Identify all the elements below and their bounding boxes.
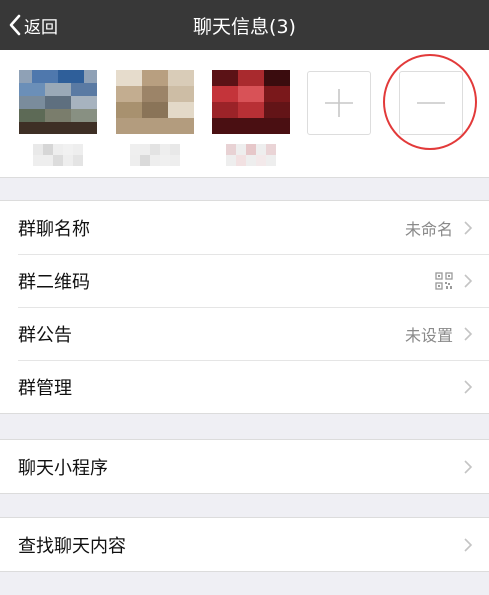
row-label: 群二维码 (18, 271, 90, 293)
member-name-blurred (226, 144, 276, 166)
row-label: 群聊名称 (18, 218, 90, 240)
group-qr-code-row[interactable]: 群二维码 (0, 254, 489, 307)
row-label: 群管理 (18, 377, 72, 399)
group-management-row[interactable]: 群管理 (0, 360, 489, 413)
chevron-right-icon (464, 459, 473, 474)
group-name-row[interactable]: 群聊名称 未命名 (0, 201, 489, 254)
mini-programs-row[interactable]: 聊天小程序 (0, 440, 489, 493)
settings-group: 群聊名称 未命名 群二维码 群公告 未设置 群管理 (0, 200, 489, 414)
chevron-right-icon (464, 379, 473, 394)
member-avatar[interactable] (116, 70, 194, 166)
member-avatar[interactable] (212, 70, 290, 166)
member-name-blurred (33, 144, 83, 166)
nav-bar: 返回 聊天信息(3) (0, 0, 489, 50)
row-value: 未命名 (404, 219, 453, 239)
row-label: 群公告 (18, 324, 72, 346)
add-member-button[interactable] (307, 71, 371, 135)
avatar (19, 70, 97, 134)
page-title: 聊天信息(3) (193, 15, 296, 38)
settings-group: 查找聊天内容 (0, 517, 489, 572)
chevron-right-icon (464, 273, 473, 288)
row-label: 聊天小程序 (18, 457, 108, 479)
row-label: 查找聊天内容 (18, 535, 126, 557)
search-chat-content-row[interactable]: 查找聊天内容 (0, 518, 489, 571)
highlight-circle (383, 54, 477, 150)
chevron-right-icon (464, 326, 473, 341)
row-value: 未设置 (404, 325, 453, 345)
avatar (116, 70, 194, 134)
avatar (212, 70, 290, 134)
plus-icon (325, 89, 353, 117)
chevron-right-icon (464, 537, 473, 552)
group-notice-row[interactable]: 群公告 未设置 (0, 307, 489, 360)
qr-code-icon (435, 271, 453, 290)
settings-group: 聊天小程序 (0, 439, 489, 494)
chevron-left-icon (9, 14, 21, 36)
chevron-right-icon (464, 220, 473, 235)
member-name-blurred (130, 144, 180, 166)
back-button[interactable]: 返回 (8, 0, 58, 50)
back-label: 返回 (24, 17, 58, 38)
member-avatar[interactable] (19, 70, 97, 166)
